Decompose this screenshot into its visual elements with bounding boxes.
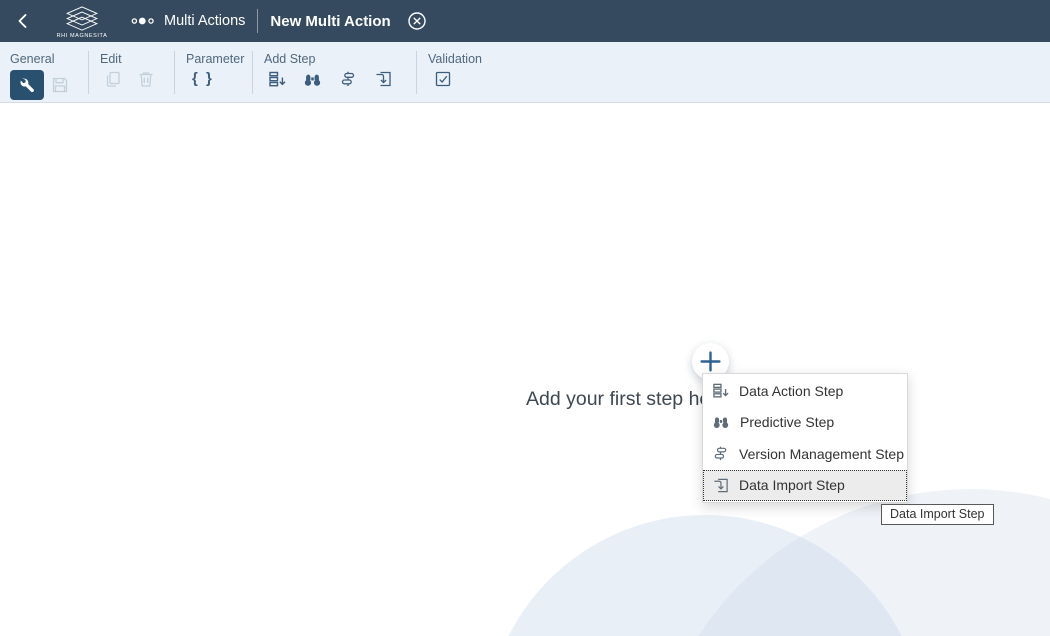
toolbar: General Edit xyxy=(0,42,1050,103)
save-button[interactable] xyxy=(51,76,69,94)
data-action-step-icon xyxy=(712,382,729,399)
empty-canvas-hint: Add your first step here xyxy=(526,388,728,411)
data-import-step-icon xyxy=(374,70,392,88)
shell-bar: RHI MAGNESITA Multi Actions New Multi Ac… xyxy=(0,0,1050,42)
data-import-step-icon xyxy=(712,477,729,494)
parameter-button[interactable]: { } xyxy=(192,70,214,87)
title-divider xyxy=(257,9,258,33)
add-step-menu-item[interactable]: Version Management Step xyxy=(703,438,907,470)
app-title: Multi Actions xyxy=(164,13,245,29)
close-circle-icon xyxy=(407,11,427,31)
document-title: New Multi Action xyxy=(270,13,390,30)
back-button[interactable] xyxy=(0,0,44,42)
back-chevron-icon xyxy=(14,12,30,30)
menu-item-label: Data Import Step xyxy=(739,477,845,493)
logo-caption: RHI MAGNESITA xyxy=(57,33,108,39)
predictive-step-icon xyxy=(303,71,322,88)
validation-checkbox-icon xyxy=(434,70,452,88)
data-import-step-tooltip: Data Import Step xyxy=(881,504,994,525)
group-label-general: General xyxy=(10,52,82,66)
toolbar-group-edit: Edit xyxy=(100,42,168,102)
add-step-menu-item[interactable]: Predictive Step xyxy=(703,407,907,439)
delete-button[interactable] xyxy=(137,70,155,88)
add-step-menu: Data Action Step Predictive Step Version… xyxy=(702,373,908,503)
toolbar-divider xyxy=(252,51,253,94)
braces-icon: { } xyxy=(192,70,214,87)
multi-action-canvas: Add your first step here Data Action Ste… xyxy=(0,103,1050,636)
predictive-step-icon xyxy=(712,414,730,430)
toolbar-divider xyxy=(174,51,175,94)
menu-item-label: Version Management Step xyxy=(739,446,904,462)
add-step-menu-item[interactable]: Data Import Step xyxy=(703,470,907,502)
edit-mode-button[interactable] xyxy=(10,70,44,100)
multi-actions-icon xyxy=(130,14,156,28)
data-action-step-icon xyxy=(268,70,286,88)
toolbar-group-parameter: Parameter { } xyxy=(186,42,246,102)
add-version-management-step-button[interactable] xyxy=(339,70,357,88)
copy-button[interactable] xyxy=(104,70,122,88)
group-label-validation: Validation xyxy=(428,52,482,66)
version-management-step-icon xyxy=(339,70,357,88)
add-data-action-step-button[interactable] xyxy=(268,70,286,88)
toolbar-group-validation: Validation xyxy=(428,42,482,102)
logo-diamonds-icon xyxy=(59,6,105,32)
validate-button[interactable] xyxy=(434,70,452,88)
save-icon xyxy=(51,76,69,94)
group-label-parameter: Parameter xyxy=(186,52,246,66)
toolbar-divider xyxy=(88,51,89,94)
rhi-magnesita-logo: RHI MAGNESITA xyxy=(44,6,120,39)
plus-icon xyxy=(699,350,722,373)
trash-icon xyxy=(137,70,155,88)
wrench-icon xyxy=(18,76,37,94)
toolbar-group-add-step: Add Step xyxy=(264,42,410,102)
group-label-edit: Edit xyxy=(100,52,168,66)
version-management-step-icon xyxy=(712,445,729,462)
add-step-menu-item[interactable]: Data Action Step xyxy=(703,375,907,407)
toolbar-divider xyxy=(416,51,417,94)
copy-icon xyxy=(104,70,122,88)
add-data-import-step-button[interactable] xyxy=(374,70,392,88)
add-predictive-step-button[interactable] xyxy=(303,71,322,88)
menu-item-label: Predictive Step xyxy=(740,414,834,430)
close-button[interactable] xyxy=(407,11,427,31)
menu-item-label: Data Action Step xyxy=(739,383,843,399)
group-label-add-step: Add Step xyxy=(264,52,410,66)
toolbar-group-general: General xyxy=(10,42,82,102)
